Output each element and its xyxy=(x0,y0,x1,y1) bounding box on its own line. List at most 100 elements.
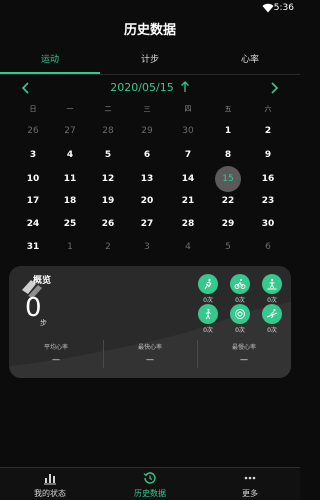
calendar-day[interactable]: 2 xyxy=(254,121,282,141)
nav-more-label: 更多 xyxy=(242,489,258,498)
calendar-day[interactable]: 20 xyxy=(133,191,161,211)
calendar: 2020/05/15 日一二三四五六 26 27 28 29 30 1 2 3 4 5 6 7 8 9 10… xyxy=(0,76,300,263)
overview-title: 概览 xyxy=(33,276,52,286)
divider xyxy=(0,74,300,75)
bottom-nav: 我的状态 历史数据 更多 xyxy=(0,467,300,500)
weekday-label: 日 xyxy=(29,105,37,113)
calendar-day[interactable]: 6 xyxy=(133,145,161,165)
tab-bar: 运动 计步 心率 xyxy=(0,50,300,74)
calendar-day[interactable]: 27 xyxy=(133,214,161,234)
header: 历史数据 xyxy=(0,16,300,46)
max-heart-rate-label: 最快心率 xyxy=(137,344,162,351)
status-time: 5:36 xyxy=(273,3,294,13)
calendar-day[interactable]: 24 xyxy=(19,214,47,234)
arrow-up-icon xyxy=(180,81,189,92)
calendar-day[interactable]: 28 xyxy=(174,214,202,234)
calendar-header: 2020/05/15 xyxy=(0,78,300,98)
calendar-day[interactable]: 21 xyxy=(174,191,202,211)
calendar-day[interactable]: 7 xyxy=(174,145,202,165)
avg-heart-rate-label: 平均心率 xyxy=(43,344,68,351)
calendar-day-selected[interactable]: 15 xyxy=(215,166,241,192)
history-icon xyxy=(143,472,156,484)
calendar-day[interactable]: 19 xyxy=(94,191,122,211)
climb-icon xyxy=(267,278,277,290)
calendar-day[interactable]: 23 xyxy=(254,191,282,211)
calendar-day[interactable]: 29 xyxy=(133,121,161,141)
cycling-icon xyxy=(234,279,246,289)
target-icon xyxy=(235,309,245,319)
nav-my-status[interactable]: 我的状态 xyxy=(0,468,100,500)
min-heart-rate: 最慢心率 — xyxy=(197,340,291,364)
month-selector[interactable]: 2020/05/15 xyxy=(0,78,300,98)
status-bar: 5:36 xyxy=(0,0,300,16)
calendar-day[interactable]: 27 xyxy=(56,121,84,141)
calendar-day[interactable]: 3 xyxy=(19,145,47,165)
sport-count: 0次 xyxy=(203,327,213,334)
calendar-day[interactable]: 9 xyxy=(254,145,282,165)
calendar-day[interactable]: 30 xyxy=(174,121,202,141)
tab-heart-rate-label: 心率 xyxy=(240,55,259,65)
sport-count: 0次 xyxy=(235,327,245,334)
nav-my-status-label: 我的状态 xyxy=(34,489,66,498)
calendar-day[interactable]: 11 xyxy=(56,169,84,189)
calendar-day[interactable]: 28 xyxy=(94,121,122,141)
avg-heart-rate: 平均心率 — xyxy=(9,340,103,364)
step-unit: 步 xyxy=(40,319,47,327)
next-month-button[interactable] xyxy=(266,80,282,96)
nav-history[interactable]: 历史数据 xyxy=(100,468,200,500)
calendar-day[interactable]: 29 xyxy=(214,214,242,234)
calendar-day[interactable]: 5 xyxy=(94,145,122,165)
calendar-day[interactable]: 1 xyxy=(214,121,242,141)
calendar-day[interactable]: 16 xyxy=(254,169,282,189)
current-date-label: 2020/05/15 xyxy=(110,81,174,94)
calendar-day[interactable]: 4 xyxy=(56,145,84,165)
calendar-day[interactable]: 5 xyxy=(214,237,242,257)
weekday-label: 四 xyxy=(184,105,192,113)
sport-count: 0次 xyxy=(203,297,213,304)
nav-history-label: 历史数据 xyxy=(134,489,166,498)
calendar-day[interactable]: 30 xyxy=(254,214,282,234)
calendar-day[interactable]: 3 xyxy=(133,237,161,257)
tab-exercise[interactable]: 运动 xyxy=(0,50,100,74)
walk-icon xyxy=(205,308,211,320)
sport-run[interactable]: 0次 xyxy=(195,274,221,304)
calendar-day[interactable]: 10 xyxy=(19,169,47,189)
calendar-day[interactable]: 22 xyxy=(214,191,242,211)
weekday-label: 三 xyxy=(143,105,151,113)
sport-ski[interactable]: 0次 xyxy=(259,304,285,334)
nav-more[interactable]: 更多 xyxy=(200,468,300,500)
min-heart-rate-value: — xyxy=(240,355,248,364)
calendar-day[interactable]: 26 xyxy=(19,121,47,141)
calendar-day[interactable]: 25 xyxy=(56,214,84,234)
calendar-day[interactable]: 8 xyxy=(214,145,242,165)
tab-heart-rate[interactable]: 心率 xyxy=(200,50,300,74)
calendar-day[interactable]: 1 xyxy=(56,237,84,257)
sport-walk[interactable]: 0次 xyxy=(195,304,221,334)
calendar-day[interactable]: 17 xyxy=(19,191,47,211)
sport-target[interactable]: 0次 xyxy=(227,304,253,334)
calendar-day[interactable]: 18 xyxy=(56,191,84,211)
sport-count: 0次 xyxy=(267,327,277,334)
calendar-day[interactable]: 31 xyxy=(19,237,47,257)
sport-cycling[interactable]: 0次 xyxy=(227,274,253,304)
calendar-day[interactable]: 14 xyxy=(174,169,202,189)
wifi-icon xyxy=(262,3,274,13)
sport-climb[interactable]: 0次 xyxy=(259,274,285,304)
tab-steps-label: 计步 xyxy=(140,55,159,65)
calendar-day[interactable]: 2 xyxy=(94,237,122,257)
calendar-day[interactable]: 4 xyxy=(174,237,202,257)
weekday-row: 日一二三四五六 xyxy=(0,104,300,118)
tab-steps[interactable]: 计步 xyxy=(100,50,200,74)
sport-count: 0次 xyxy=(267,297,277,304)
tab-exercise-label: 运动 xyxy=(40,55,59,65)
calendar-day[interactable]: 12 xyxy=(94,169,122,189)
chevron-right-icon xyxy=(271,82,279,94)
calendar-day[interactable]: 26 xyxy=(94,214,122,234)
avg-heart-rate-value: — xyxy=(52,355,60,364)
heart-rate-summary: 平均心率 — 最快心率 — 最慢心率 — xyxy=(9,340,291,374)
ski-icon xyxy=(266,308,278,319)
sport-count: 0次 xyxy=(235,297,245,304)
calendar-day[interactable]: 13 xyxy=(133,169,161,189)
weekday-label: 六 xyxy=(264,105,272,113)
calendar-day[interactable]: 6 xyxy=(254,237,282,257)
